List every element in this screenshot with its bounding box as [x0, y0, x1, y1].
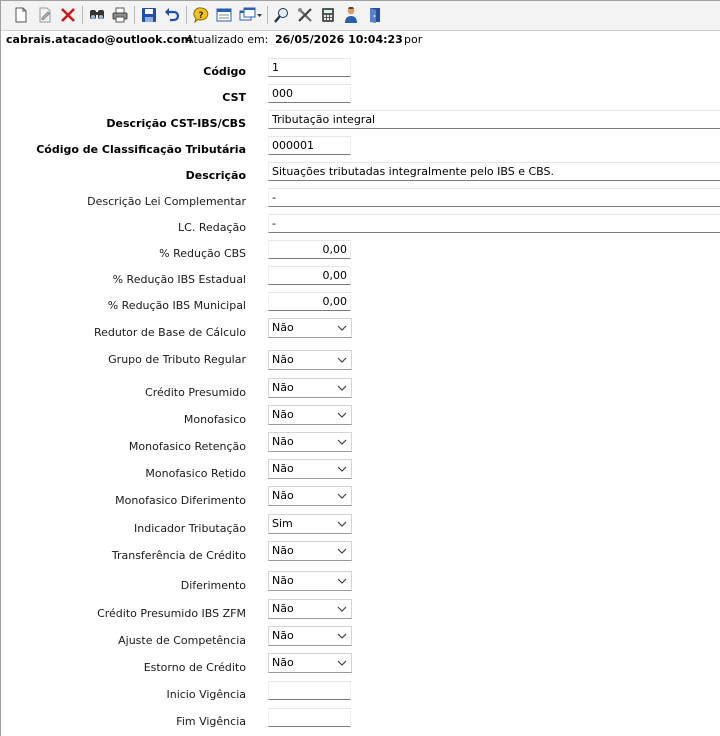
chevron-down-icon — [337, 660, 347, 666]
updated-label: Atualizado em: — [186, 33, 269, 46]
ajuste-competencia-label: Ajuste de Competência — [118, 634, 246, 647]
updated-timestamp: 26/05/2026 10:04:23 — [275, 33, 403, 46]
chevron-down-icon — [337, 521, 347, 527]
chevron-down-icon — [337, 412, 347, 418]
cst-field[interactable]: 000 — [268, 84, 351, 103]
ajuste-competencia-select[interactable]: Não — [268, 626, 352, 646]
grupo-tributo-select[interactable]: Não — [268, 350, 352, 370]
delete-icon[interactable] — [58, 5, 78, 25]
cst-label: CST — [222, 91, 246, 104]
descricao-cst-field[interactable]: Tributação integral — [268, 110, 720, 129]
mono-retencao-select[interactable]: Não — [268, 432, 352, 452]
chevron-down-icon — [337, 493, 347, 499]
ind-tributacao-label: Indicador Tributação — [134, 522, 246, 535]
descricao-field[interactable]: Situações tributadas integralmente pelo … — [268, 162, 720, 181]
red-ibs-estadual-field[interactable]: 0,00 — [268, 266, 351, 285]
user-icon[interactable] — [341, 5, 361, 25]
redutor-base-select[interactable]: Não — [268, 318, 352, 338]
chevron-down-icon — [337, 578, 347, 584]
cred-pres-zfm-select[interactable]: Não — [268, 599, 352, 619]
diferimento-select[interactable]: Não — [268, 571, 352, 591]
search-icon[interactable] — [272, 5, 292, 25]
codigo-label: Código — [203, 65, 246, 78]
mono-retido-value: Não — [272, 462, 294, 475]
descricao-cst-label: Descrição CST-IBS/CBS — [106, 117, 246, 130]
fim-vigencia-field[interactable] — [268, 708, 351, 727]
estorno-credito-label: Estorno de Crédito — [143, 661, 246, 674]
mono-retido-label: Monofasico Retido — [145, 467, 246, 480]
codigo-field[interactable]: 1 — [268, 58, 351, 77]
monofasico-value: Não — [272, 408, 294, 421]
transf-credito-label: Transferência de Crédito — [111, 549, 246, 562]
exit-icon[interactable] — [365, 5, 385, 25]
chevron-down-icon — [337, 325, 347, 331]
estorno-credito-value: Não — [272, 656, 294, 669]
grupo-tributo-label: Grupo de Tributo Regular — [108, 353, 246, 366]
desc-lei-label: Descrição Lei Complementar — [87, 195, 246, 208]
transf-credito-select[interactable]: Não — [268, 541, 352, 561]
user-email: cabrais.atacado@outlook.com — [6, 33, 193, 46]
ind-tributacao-value: Sim — [272, 517, 293, 530]
svg-text:?: ? — [198, 11, 203, 21]
red-ibs-estadual-label: % Redução IBS Estadual — [112, 273, 246, 286]
redutor-base-value: Não — [272, 321, 294, 334]
undo-icon[interactable] — [162, 5, 182, 25]
mono-retencao-label: Monofasico Retenção — [128, 440, 246, 453]
credito-presumido-select[interactable]: Não — [268, 378, 352, 398]
edit-icon[interactable] — [35, 5, 55, 25]
new-icon[interactable] — [11, 5, 31, 25]
red-cbs-field[interactable]: 0,00 — [268, 240, 351, 259]
diferimento-value: Não — [272, 574, 294, 587]
red-cbs-label: % Redução CBS — [159, 247, 246, 260]
credito-presumido-value: Não — [272, 381, 294, 394]
diferimento-label: Diferimento — [180, 579, 246, 592]
credito-presumido-label: Crédito Presumido — [145, 386, 246, 399]
calculator-icon[interactable] — [318, 5, 338, 25]
toolbar: ? — [1, 1, 720, 31]
grupo-tributo-value: Não — [272, 353, 294, 366]
red-ibs-municipal-field[interactable]: 0,00 — [268, 292, 351, 311]
chevron-down-icon — [337, 606, 347, 612]
descricao-label: Descrição — [185, 169, 246, 182]
chevron-down-icon — [337, 548, 347, 554]
inicio-vigencia-label: Inicio Vigência — [166, 688, 246, 701]
lc-redacao-label: LC. Redação — [178, 221, 246, 234]
cred-pres-zfm-value: Não — [272, 602, 294, 615]
mono-diferimento-label: Monofasico Diferimento — [115, 494, 246, 507]
updated-by-label: por — [404, 33, 423, 46]
tools-icon[interactable] — [295, 5, 315, 25]
chevron-down-icon — [337, 439, 347, 445]
monofasico-label: Monofasico — [183, 413, 246, 426]
transf-credito-value: Não — [272, 544, 294, 557]
mono-diferimento-select[interactable]: Não — [268, 486, 352, 506]
ajuste-competencia-value: Não — [272, 629, 294, 642]
fim-vigencia-label: Fim Vigência — [176, 715, 246, 728]
chevron-down-icon — [337, 385, 347, 391]
help-icon[interactable]: ? — [191, 5, 211, 25]
chevron-down-icon — [337, 357, 347, 363]
estorno-credito-select[interactable]: Não — [268, 653, 352, 673]
monofasico-select[interactable]: Não — [268, 405, 352, 425]
form-icon[interactable] — [214, 5, 234, 25]
lc-redacao-field[interactable]: - — [268, 214, 720, 233]
red-ibs-municipal-label: % Redução IBS Municipal — [107, 299, 246, 312]
chevron-down-icon — [337, 466, 347, 472]
inicio-vigencia-field[interactable] — [268, 681, 351, 700]
find-icon[interactable] — [87, 5, 107, 25]
mono-retencao-value: Não — [272, 435, 294, 448]
cod-classificacao-field[interactable]: 000001 — [268, 136, 351, 155]
chevron-down-icon — [337, 633, 347, 639]
mono-retido-select[interactable]: Não — [268, 459, 352, 479]
mono-diferimento-value: Não — [272, 489, 294, 502]
print-icon[interactable] — [110, 5, 130, 25]
desc-lei-field[interactable]: - — [268, 188, 720, 207]
cod-classificacao-label: Código de Classificação Tributária — [36, 143, 246, 156]
save-icon[interactable] — [139, 5, 159, 25]
redutor-base-label: Redutor de Base de Cálculo — [94, 326, 246, 339]
ind-tributacao-select[interactable]: Sim — [268, 514, 352, 534]
window-menu-icon[interactable] — [237, 5, 263, 25]
cred-pres-zfm-label: Crédito Presumido IBS ZFM — [97, 607, 246, 620]
